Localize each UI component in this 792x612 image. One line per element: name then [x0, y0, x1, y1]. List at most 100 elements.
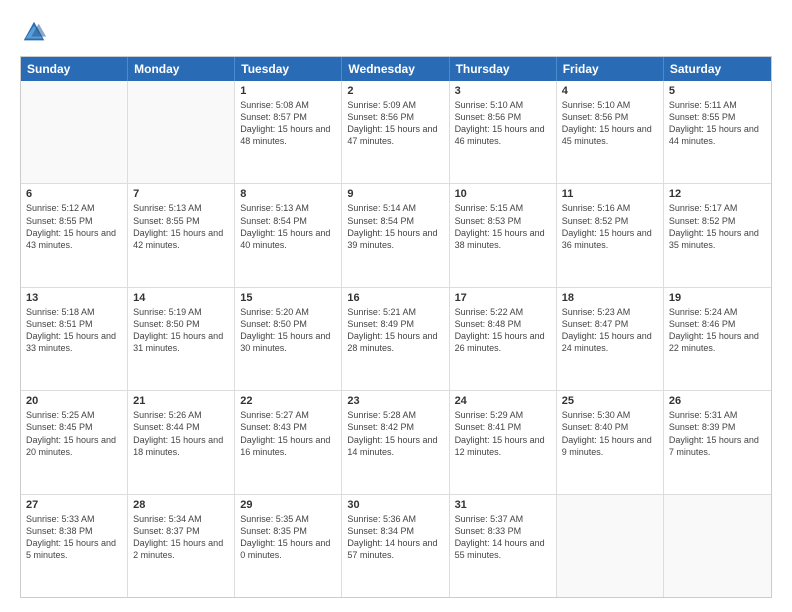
calendar-cell: 9 Sunrise: 5:14 AM Sunset: 8:54 PM Daylig… — [342, 184, 449, 286]
day-number: 11 — [562, 188, 658, 200]
day-number: 19 — [669, 292, 766, 304]
calendar-cell: 20Sunrise: 5:25 AM Sunset: 8:45 PM Dayli… — [21, 391, 128, 493]
calendar-cell: 3Sunrise: 5:10 AM Sunset: 8:56 PM Daylig… — [450, 81, 557, 183]
day-number: 8 — [240, 188, 336, 200]
cell-details: Sunrise: 5:28 AM Sunset: 8:42 PM Dayligh… — [347, 409, 443, 458]
calendar-cell — [21, 81, 128, 183]
cell-details: Sunrise: 5:10 AM Sunset: 8:56 PM Dayligh… — [455, 99, 551, 148]
calendar-cell: 14 Sunrise: 5:19 AM Sunset: 8:50 PM Dayli… — [128, 288, 235, 390]
day-number: 12 — [669, 188, 766, 200]
cell-details: Sunrise: 5:33 AM Sunset: 8:38 PM Dayligh… — [26, 513, 122, 562]
cell-details: Sunrise: 5:36 AM Sunset: 8:34 PM Dayligh… — [347, 513, 443, 562]
logo-icon — [20, 18, 48, 46]
calendar-cell: 11 Sunrise: 5:16 AM Sunset: 8:52 PM Dayli… — [557, 184, 664, 286]
header-day-monday: Monday — [128, 57, 235, 81]
cell-details: Sunrise: 5:11 AM Sunset: 8:55 PM Dayligh… — [669, 99, 766, 148]
cell-details: Sunrise: 5:09 AM Sunset: 8:56 PM Dayligh… — [347, 99, 443, 148]
day-number: 1 — [240, 85, 336, 97]
cell-details: Sunrise: 5:25 AM Sunset: 8:45 PM Dayligh… — [26, 409, 122, 458]
calendar-cell — [557, 495, 664, 597]
cell-details: Sunrise: 5:15 AM Sunset: 8:53 PM Dayligh… — [455, 202, 551, 251]
day-number: 23 — [347, 395, 443, 407]
day-number: 10 — [455, 188, 551, 200]
calendar-cell: 16 Sunrise: 5:21 AM Sunset: 8:49 PM Dayli… — [342, 288, 449, 390]
header-day-wednesday: Wednesday — [342, 57, 449, 81]
calendar-header-row: SundayMondayTuesdayWednesdayThursdayFrid… — [21, 57, 771, 81]
calendar-cell: 21 Sunrise: 5:26 AM Sunset: 8:44 PM Dayli… — [128, 391, 235, 493]
calendar-week-2: 13 Sunrise: 5:18 AM Sunset: 8:51 PM Dayli… — [21, 287, 771, 390]
calendar-cell: 18Sunrise: 5:23 AM Sunset: 8:47 PM Dayli… — [557, 288, 664, 390]
calendar-cell: 22 Sunrise: 5:27 AM Sunset: 8:43 PM Dayli… — [235, 391, 342, 493]
calendar-week-1: 6Sunrise: 5:12 AM Sunset: 8:55 PM Daylig… — [21, 183, 771, 286]
day-number: 13 — [26, 292, 122, 304]
calendar: SundayMondayTuesdayWednesdayThursdayFrid… — [20, 56, 772, 598]
cell-details: Sunrise: 5:37 AM Sunset: 8:33 PM Dayligh… — [455, 513, 551, 562]
cell-details: Sunrise: 5:18 AM Sunset: 8:51 PM Dayligh… — [26, 306, 122, 355]
calendar-cell: 25 Sunrise: 5:30 AM Sunset: 8:40 PM Dayli… — [557, 391, 664, 493]
day-number: 24 — [455, 395, 551, 407]
day-number: 28 — [133, 499, 229, 511]
calendar-body: 1 Sunrise: 5:08 AM Sunset: 8:57 PM Daylig… — [21, 81, 771, 597]
calendar-cell: 31 Sunrise: 5:37 AM Sunset: 8:33 PM Dayli… — [450, 495, 557, 597]
calendar-cell: 12 Sunrise: 5:17 AM Sunset: 8:52 PM Dayli… — [664, 184, 771, 286]
day-number: 9 — [347, 188, 443, 200]
page: SundayMondayTuesdayWednesdayThursdayFrid… — [0, 0, 792, 612]
day-number: 26 — [669, 395, 766, 407]
calendar-cell: 5Sunrise: 5:11 AM Sunset: 8:55 PM Daylig… — [664, 81, 771, 183]
calendar-cell: 7 Sunrise: 5:13 AM Sunset: 8:55 PM Daylig… — [128, 184, 235, 286]
cell-details: Sunrise: 5:19 AM Sunset: 8:50 PM Dayligh… — [133, 306, 229, 355]
header-day-friday: Friday — [557, 57, 664, 81]
cell-details: Sunrise: 5:08 AM Sunset: 8:57 PM Dayligh… — [240, 99, 336, 148]
day-number: 30 — [347, 499, 443, 511]
calendar-cell: 24 Sunrise: 5:29 AM Sunset: 8:41 PM Dayli… — [450, 391, 557, 493]
cell-details: Sunrise: 5:10 AM Sunset: 8:56 PM Dayligh… — [562, 99, 658, 148]
calendar-cell — [664, 495, 771, 597]
calendar-cell: 4Sunrise: 5:10 AM Sunset: 8:56 PM Daylig… — [557, 81, 664, 183]
cell-details: Sunrise: 5:21 AM Sunset: 8:49 PM Dayligh… — [347, 306, 443, 355]
cell-details: Sunrise: 5:16 AM Sunset: 8:52 PM Dayligh… — [562, 202, 658, 251]
calendar-cell — [128, 81, 235, 183]
calendar-cell: 8 Sunrise: 5:13 AM Sunset: 8:54 PM Daylig… — [235, 184, 342, 286]
calendar-cell: 6Sunrise: 5:12 AM Sunset: 8:55 PM Daylig… — [21, 184, 128, 286]
day-number: 31 — [455, 499, 551, 511]
calendar-cell: 29 Sunrise: 5:35 AM Sunset: 8:35 PM Dayli… — [235, 495, 342, 597]
day-number: 22 — [240, 395, 336, 407]
cell-details: Sunrise: 5:29 AM Sunset: 8:41 PM Dayligh… — [455, 409, 551, 458]
calendar-cell: 27Sunrise: 5:33 AM Sunset: 8:38 PM Dayli… — [21, 495, 128, 597]
day-number: 16 — [347, 292, 443, 304]
calendar-cell: 17 Sunrise: 5:22 AM Sunset: 8:48 PM Dayli… — [450, 288, 557, 390]
cell-details: Sunrise: 5:30 AM Sunset: 8:40 PM Dayligh… — [562, 409, 658, 458]
cell-details: Sunrise: 5:12 AM Sunset: 8:55 PM Dayligh… — [26, 202, 122, 251]
header-day-sunday: Sunday — [21, 57, 128, 81]
day-number: 25 — [562, 395, 658, 407]
header-day-tuesday: Tuesday — [235, 57, 342, 81]
cell-details: Sunrise: 5:35 AM Sunset: 8:35 PM Dayligh… — [240, 513, 336, 562]
cell-details: Sunrise: 5:34 AM Sunset: 8:37 PM Dayligh… — [133, 513, 229, 562]
day-number: 7 — [133, 188, 229, 200]
calendar-cell: 2Sunrise: 5:09 AM Sunset: 8:56 PM Daylig… — [342, 81, 449, 183]
day-number: 15 — [240, 292, 336, 304]
day-number: 29 — [240, 499, 336, 511]
cell-details: Sunrise: 5:26 AM Sunset: 8:44 PM Dayligh… — [133, 409, 229, 458]
calendar-cell: 15 Sunrise: 5:20 AM Sunset: 8:50 PM Dayli… — [235, 288, 342, 390]
cell-details: Sunrise: 5:27 AM Sunset: 8:43 PM Dayligh… — [240, 409, 336, 458]
calendar-week-3: 20Sunrise: 5:25 AM Sunset: 8:45 PM Dayli… — [21, 390, 771, 493]
calendar-cell: 10 Sunrise: 5:15 AM Sunset: 8:53 PM Dayli… — [450, 184, 557, 286]
header — [20, 18, 772, 46]
calendar-cell: 1 Sunrise: 5:08 AM Sunset: 8:57 PM Daylig… — [235, 81, 342, 183]
cell-details: Sunrise: 5:14 AM Sunset: 8:54 PM Dayligh… — [347, 202, 443, 251]
cell-details: Sunrise: 5:13 AM Sunset: 8:54 PM Dayligh… — [240, 202, 336, 251]
cell-details: Sunrise: 5:24 AM Sunset: 8:46 PM Dayligh… — [669, 306, 766, 355]
day-number: 14 — [133, 292, 229, 304]
header-day-thursday: Thursday — [450, 57, 557, 81]
day-number: 21 — [133, 395, 229, 407]
calendar-cell: 26 Sunrise: 5:31 AM Sunset: 8:39 PM Dayli… — [664, 391, 771, 493]
cell-details: Sunrise: 5:13 AM Sunset: 8:55 PM Dayligh… — [133, 202, 229, 251]
day-number: 18 — [562, 292, 658, 304]
cell-details: Sunrise: 5:17 AM Sunset: 8:52 PM Dayligh… — [669, 202, 766, 251]
day-number: 17 — [455, 292, 551, 304]
cell-details: Sunrise: 5:31 AM Sunset: 8:39 PM Dayligh… — [669, 409, 766, 458]
cell-details: Sunrise: 5:22 AM Sunset: 8:48 PM Dayligh… — [455, 306, 551, 355]
logo — [20, 18, 52, 46]
cell-details: Sunrise: 5:20 AM Sunset: 8:50 PM Dayligh… — [240, 306, 336, 355]
